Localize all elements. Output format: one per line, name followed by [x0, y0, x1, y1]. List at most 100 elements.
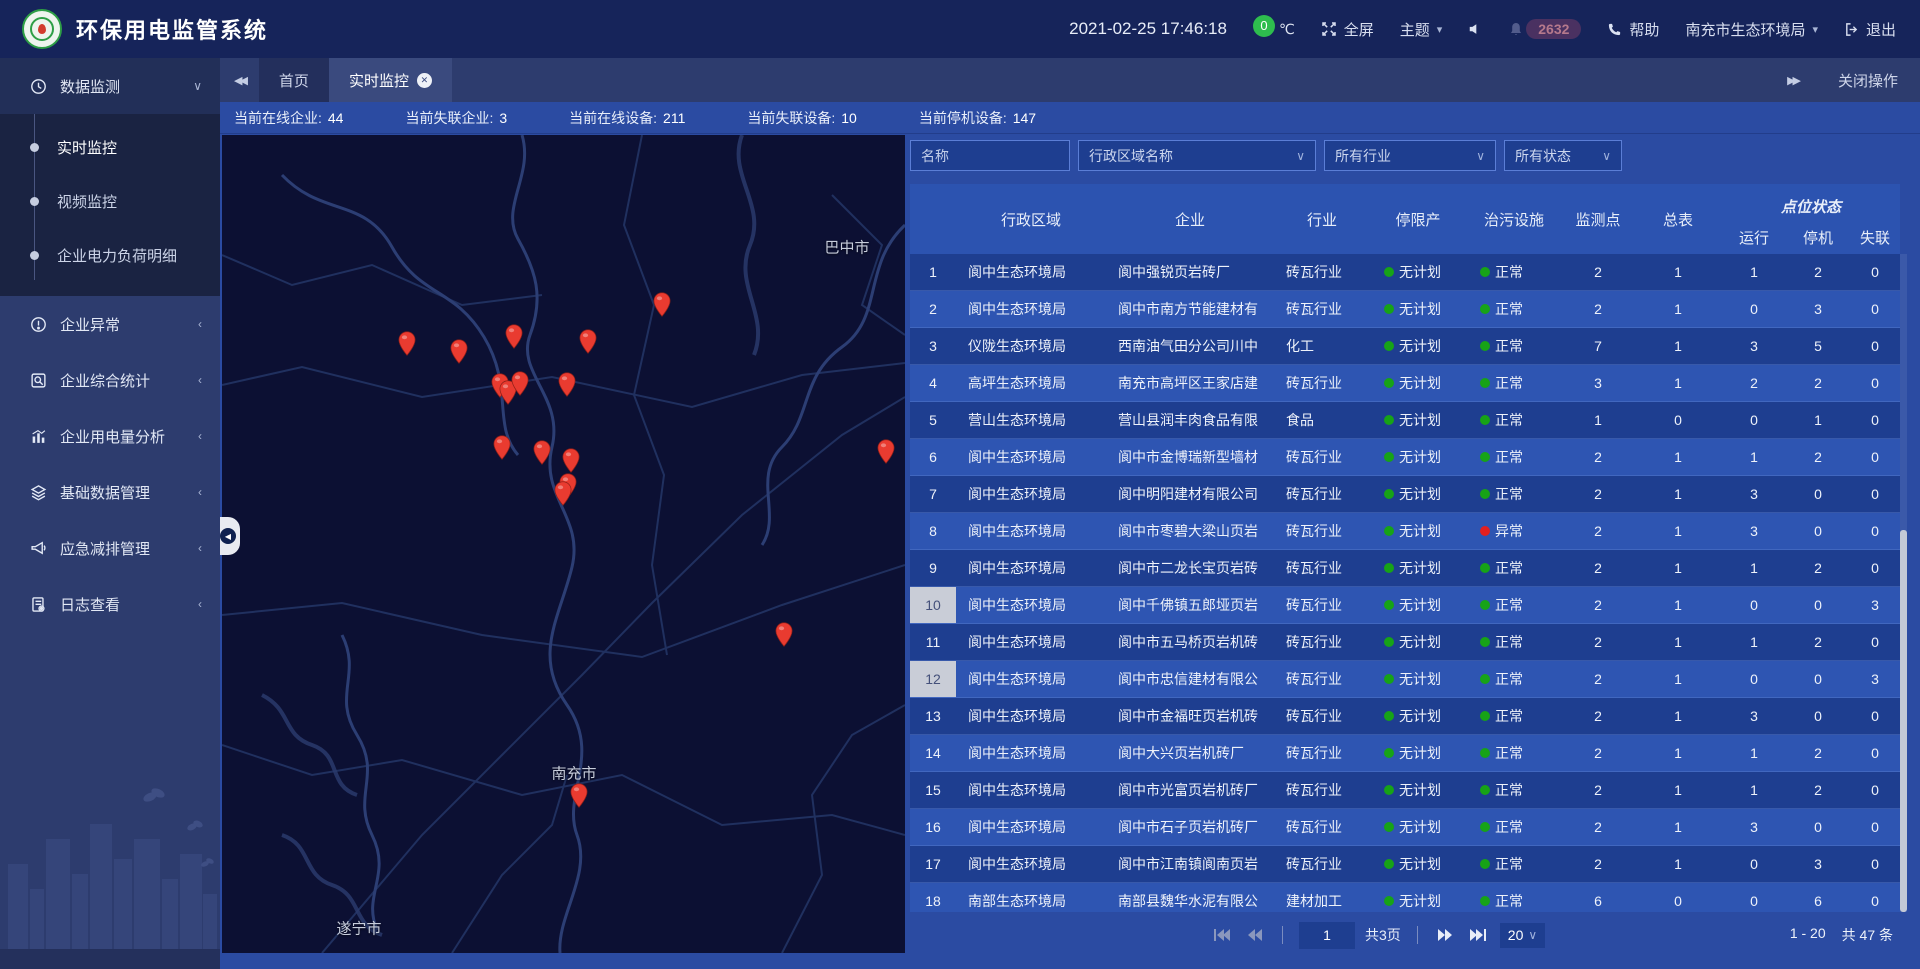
org-menu[interactable]: 南充市生态环境局 ▾ — [1685, 19, 1818, 40]
sidebar-item-power-analysis[interactable]: 企业用电量分析‹ — [0, 408, 220, 464]
table-row[interactable]: 11阆中生态环境局阆中市五马桥页岩机砖砖瓦行业无计划正常21120 — [910, 624, 1900, 661]
region-filter-select[interactable]: 行政区域名称 ∨ — [1078, 140, 1316, 171]
table-row[interactable]: 10阆中生态环境局阆中千佛镇五郎垭页岩砖瓦行业无计划正常21003 — [910, 587, 1900, 624]
sidebar-subitem-realtime-monitor[interactable]: 实时监控 — [0, 120, 220, 174]
table-row[interactable]: 16阆中生态环境局阆中市石子页岩机砖厂砖瓦行业无计划正常21300 — [910, 809, 1900, 846]
map-pin[interactable] — [877, 439, 895, 464]
cell-stop: 0 — [1786, 708, 1850, 724]
table-row[interactable]: 15阆中生态环境局阆中市光富页岩机砖厂砖瓦行业无计划正常21120 — [910, 772, 1900, 809]
sidebar-item-emergency-reduction[interactable]: 应急减排管理‹ — [0, 520, 220, 576]
app-header: 环保用电监管系统 2021-02-25 17:46:18 0 ℃ 全屏 主题 ▾ — [0, 0, 1920, 58]
sidebar-subitem-video-monitor[interactable]: 视频监控 — [0, 174, 220, 228]
table-row[interactable]: 12阆中生态环境局阆中市忠信建材有限公砖瓦行业无计划正常21003 — [910, 661, 1900, 698]
status-dot-icon — [1480, 822, 1490, 832]
map-pin[interactable] — [562, 448, 580, 473]
table-row[interactable]: 14阆中生态环境局阆中大兴页岩机砖厂砖瓦行业无计划正常21120 — [910, 735, 1900, 772]
map-pin[interactable] — [653, 292, 671, 317]
map-pin[interactable] — [493, 435, 511, 460]
help-button[interactable]: 帮助 — [1607, 19, 1659, 40]
status-dot-icon — [1384, 674, 1394, 684]
map-panel[interactable]: 巴中市南充市遂宁市 — [222, 135, 905, 953]
table-row[interactable]: 2阆中生态环境局阆中市南方节能建材有砖瓦行业无计划正常21030 — [910, 291, 1900, 328]
map-pin[interactable] — [554, 481, 572, 506]
last-page-button[interactable] — [1466, 928, 1490, 942]
mute-button[interactable] — [1468, 22, 1482, 36]
sidebar-item-log-view[interactable]: 日志查看‹ — [0, 576, 220, 632]
name-filter-input[interactable] — [910, 140, 1070, 171]
table-row[interactable]: 18南部生态环境局南部县魏华水泥有限公建材加工无计划正常60060 — [910, 883, 1900, 912]
map-pin[interactable] — [398, 331, 416, 356]
facility-status-text: 正常 — [1495, 558, 1523, 578]
table-scrollbar[interactable] — [1900, 254, 1907, 912]
map-city-label: 南充市 — [551, 763, 596, 784]
cell-region: 高坪生态环境局 — [956, 373, 1106, 393]
tab-home[interactable]: 首页 — [259, 58, 329, 102]
limit-status-text: 无计划 — [1399, 669, 1441, 689]
status-dot-icon — [1384, 341, 1394, 351]
cell-points: 6 — [1562, 893, 1634, 909]
sidebar-collapse-handle[interactable]: ◀ — [220, 517, 240, 555]
sidebar-item-label: 日志查看 — [60, 594, 185, 615]
sidebar-subitem-power-load-detail[interactable]: 企业电力负荷明细 — [0, 228, 220, 282]
table-row[interactable]: 17阆中生态环境局阆中市江南镇阆南页岩砖瓦行业无计划正常21030 — [910, 846, 1900, 883]
map-pin[interactable] — [775, 622, 793, 647]
table-row[interactable]: 13阆中生态环境局阆中市金福旺页岩机砖砖瓦行业无计划正常21300 — [910, 698, 1900, 735]
table-row[interactable]: 9阆中生态环境局阆中市二龙长宝页岩砖砖瓦行业无计划正常21120 — [910, 550, 1900, 587]
facility-status-text: 正常 — [1495, 595, 1523, 615]
industry-filter-select[interactable]: 所有行业 ∨ — [1324, 140, 1496, 171]
page-size-select[interactable]: 20 ∨ — [1500, 923, 1545, 948]
map-pin[interactable] — [505, 324, 523, 349]
theme-button[interactable]: 主题 ▾ — [1400, 19, 1443, 40]
sidebar-item-base-data[interactable]: 基础数据管理‹ — [0, 464, 220, 520]
cell-facility-status: 正常 — [1466, 410, 1562, 430]
scrollbar-thumb[interactable] — [1900, 530, 1907, 912]
facility-status-text: 正常 — [1495, 706, 1523, 726]
tab-scroll-left-icon[interactable]: ◀◀ — [220, 58, 259, 102]
status-filter-select[interactable]: 所有状态 ∨ — [1504, 140, 1622, 171]
table-row[interactable]: 1阆中生态环境局阆中强锐页岩砖厂砖瓦行业无计划正常21120 — [910, 254, 1900, 291]
table-row[interactable]: 4高坪生态环境局南充市高坪区王家店建砖瓦行业无计划正常31220 — [910, 365, 1900, 402]
prev-page-button[interactable] — [1244, 928, 1266, 942]
chevron-left-icon: ‹ — [198, 485, 202, 499]
tab-close-icon[interactable]: ✕ — [417, 73, 432, 88]
status-dot-icon — [1480, 785, 1490, 795]
cell-limit-status: 无计划 — [1370, 299, 1466, 319]
map-pin[interactable] — [533, 440, 551, 465]
notification-badge[interactable]: 2632 — [1508, 19, 1581, 39]
status-dot-icon — [1480, 711, 1490, 721]
cell-lost: 0 — [1850, 745, 1900, 761]
logout-button[interactable]: 退出 — [1844, 19, 1896, 40]
status-dot-icon — [1384, 267, 1394, 277]
table-row[interactable]: 6阆中生态环境局阆中市金博瑞新型墙材砖瓦行业无计划正常21120 — [910, 439, 1900, 476]
fullscreen-button[interactable]: 全屏 — [1321, 19, 1374, 40]
cell-limit-status: 无计划 — [1370, 336, 1466, 356]
table-row[interactable]: 3仪陇生态环境局西南油气田分公司川中化工无计划正常71350 — [910, 328, 1900, 365]
stat-item-2: 当前在线设备:211 — [569, 108, 685, 128]
map-pin[interactable] — [558, 372, 576, 397]
map-pin[interactable] — [511, 371, 529, 396]
map-pin[interactable] — [570, 783, 588, 808]
cell-limit-status: 无计划 — [1370, 817, 1466, 837]
cell-meters: 1 — [1634, 782, 1722, 798]
sidebar-item-company-stats[interactable]: 企业综合统计‹ — [0, 352, 220, 408]
cell-company: 阆中市二龙长宝页岩砖 — [1106, 558, 1274, 578]
table-row[interactable]: 8阆中生态环境局阆中市枣碧大梁山页岩砖瓦行业无计划异常21300 — [910, 513, 1900, 550]
close-operations-button[interactable]: 关闭操作 — [1838, 70, 1898, 91]
sidebar-item-company-abnormal[interactable]: 企业异常‹ — [0, 296, 220, 352]
tab-scroll-right-icon[interactable]: ▶▶ — [1773, 74, 1812, 87]
cell-meters: 1 — [1634, 338, 1722, 354]
table-row[interactable]: 7阆中生态环境局阆中明阳建材有限公司砖瓦行业无计划正常21300 — [910, 476, 1900, 513]
first-page-button[interactable] — [1210, 928, 1234, 942]
next-page-button[interactable] — [1434, 928, 1456, 942]
map-pin[interactable] — [579, 329, 597, 354]
sidebar-item-data-monitor[interactable]: 数据监测∨ — [0, 58, 220, 114]
status-dot-icon — [1480, 378, 1490, 388]
tab-realtime-monitor[interactable]: 实时监控 ✕ — [329, 58, 452, 102]
table-row[interactable]: 5营山生态环境局营山县润丰肉食品有限食品无计划正常10010 — [910, 402, 1900, 439]
cell-limit-status: 无计划 — [1370, 558, 1466, 578]
cell-meters: 1 — [1634, 264, 1722, 280]
cell-facility-status: 正常 — [1466, 706, 1562, 726]
map-pin[interactable] — [450, 339, 468, 364]
cell-company: 阆中市石子页岩机砖厂 — [1106, 817, 1274, 837]
page-input[interactable] — [1299, 922, 1355, 949]
